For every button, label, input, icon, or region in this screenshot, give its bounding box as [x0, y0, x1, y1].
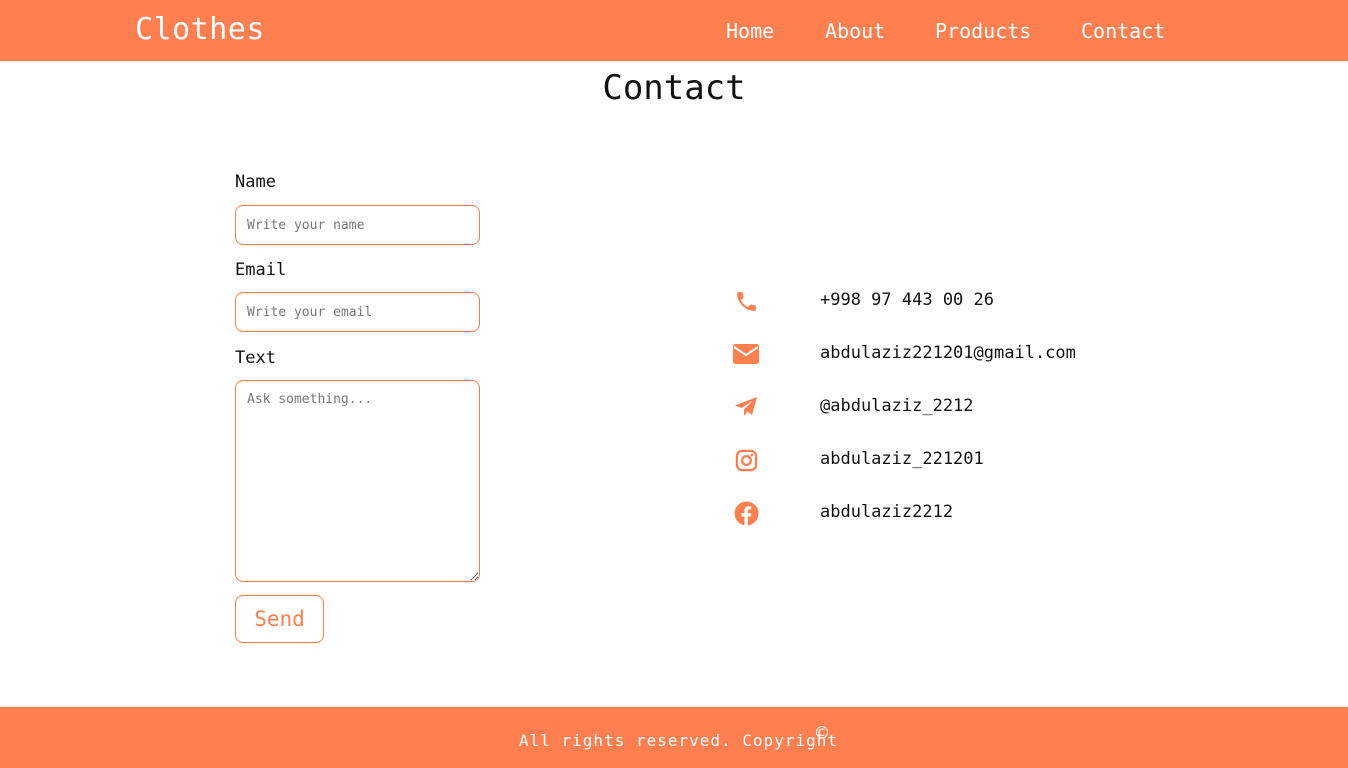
phone-number: +998 97 443 00 26 [820, 290, 994, 310]
facebook-handle: abdulaziz2212 [820, 502, 954, 522]
send-button[interactable]: Send [235, 595, 324, 643]
envelope-icon [733, 341, 759, 367]
page-title: Contact [602, 68, 746, 108]
brand-logo[interactable]: Clothes [135, 12, 265, 47]
nav-about[interactable]: About [825, 19, 885, 43]
copyright-icon: © [816, 721, 829, 745]
instagram-handle: abdulaziz_221201 [820, 449, 984, 469]
contact-email: abdulaziz221201@gmail.com [733, 341, 1153, 371]
email-label: Email [235, 260, 287, 280]
email-input[interactable] [235, 292, 480, 332]
text-label: Text [235, 348, 276, 368]
nav-products[interactable]: Products [935, 19, 1031, 43]
contact-phone: +998 97 443 00 26 [733, 288, 1153, 318]
nav-contact[interactable]: Contact [1081, 19, 1165, 43]
telegram-icon [733, 394, 759, 420]
message-textarea[interactable] [235, 380, 480, 582]
name-label: Name [235, 172, 276, 192]
telegram-handle: @abdulaziz_2212 [820, 396, 974, 416]
phone-icon [733, 288, 759, 314]
site-header: Clothes Home About Products Contact [0, 0, 1348, 61]
name-input[interactable] [235, 205, 480, 245]
footer-text: All rights reserved. Copyright [519, 731, 838, 750]
contact-facebook: abdulaziz2212 [733, 500, 1153, 530]
site-footer: All rights reserved. Copyright © [0, 707, 1348, 768]
nav-home[interactable]: Home [726, 19, 774, 43]
contact-telegram: @abdulaziz_2212 [733, 394, 1153, 424]
facebook-icon [733, 500, 759, 526]
instagram-icon [733, 447, 759, 473]
contact-instagram: abdulaziz_221201 [733, 447, 1153, 477]
email-address: abdulaziz221201@gmail.com [820, 343, 1076, 363]
